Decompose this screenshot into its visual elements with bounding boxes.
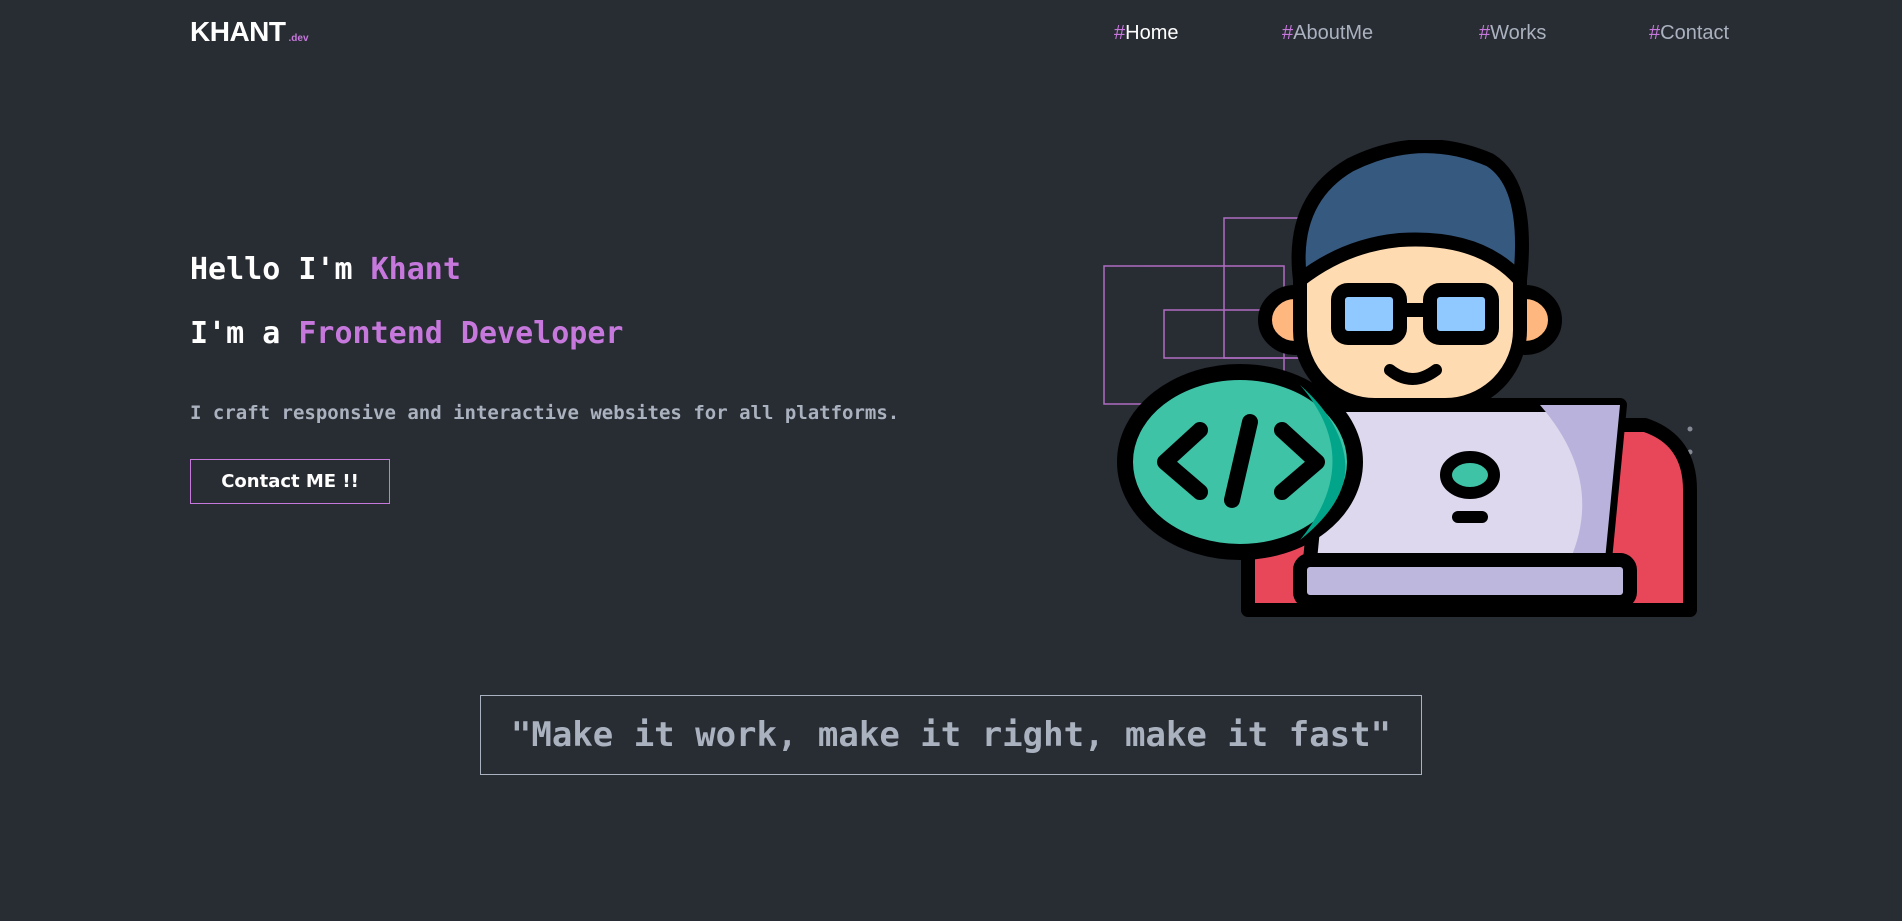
- hero-role-title: Frontend Developer: [298, 316, 624, 351]
- nav-hash: #: [1282, 22, 1294, 44]
- hero-role: I'm a Frontend Developer: [190, 314, 990, 354]
- hero-greeting: Hello I'm Khant: [190, 250, 990, 290]
- nav-hash: #: [1114, 22, 1126, 44]
- quote-box: "Make it work, make it right, make it fa…: [480, 695, 1422, 775]
- nav-item-home[interactable]: #Home: [1114, 22, 1178, 45]
- nav-item-aboutme[interactable]: #AboutMe: [1282, 22, 1373, 45]
- nav-label-home: Home: [1125, 22, 1179, 44]
- site-header: KHANT .dev #Home #AboutMe #Works #Contac…: [0, 0, 1902, 70]
- hero-greeting-prefix: Hello I'm: [190, 252, 371, 287]
- hero-description: I craft responsive and interactive websi…: [190, 402, 900, 424]
- main-nav: #Home #AboutMe #Works #Contact: [0, 22, 1902, 52]
- nav-item-works[interactable]: #Works: [1479, 22, 1546, 45]
- contact-me-button[interactable]: Contact ME !!: [190, 459, 390, 504]
- nav-label-aboutme: AboutMe: [1293, 22, 1374, 44]
- hero-section: Hello I'm Khant I'm a Frontend Developer…: [190, 250, 990, 424]
- developer-illustration: [1100, 139, 1700, 630]
- developer-with-laptop-icon: [1103, 139, 1697, 617]
- quote-text: "Make it work, make it right, make it fa…: [510, 715, 1392, 755]
- nav-label-contact: Contact: [1660, 22, 1730, 44]
- nav-hash: #: [1649, 22, 1661, 44]
- nav-label-works: Works: [1490, 22, 1547, 44]
- nav-hash: #: [1479, 22, 1491, 44]
- nav-item-contact[interactable]: #Contact: [1649, 22, 1729, 45]
- hero-name: Khant: [370, 252, 461, 287]
- hero-role-prefix: I'm a: [190, 316, 299, 351]
